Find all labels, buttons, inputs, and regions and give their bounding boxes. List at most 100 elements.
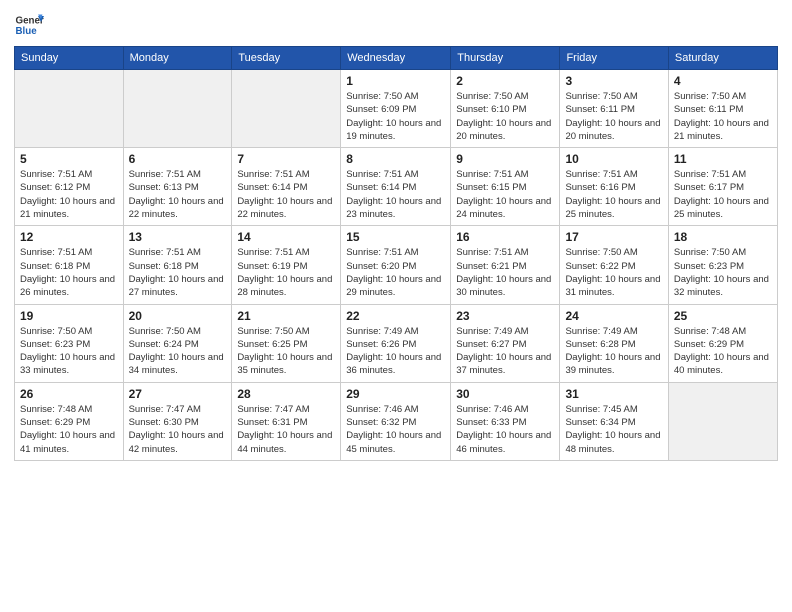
day-number: 26 bbox=[20, 387, 118, 401]
calendar-cell: 21 Sunrise: 7:50 AMSunset: 6:25 PMDayligh… bbox=[232, 304, 341, 382]
calendar-cell bbox=[232, 70, 341, 148]
calendar-cell: 28 Sunrise: 7:47 AMSunset: 6:31 PMDayligh… bbox=[232, 382, 341, 460]
calendar-cell: 14 Sunrise: 7:51 AMSunset: 6:19 PMDayligh… bbox=[232, 226, 341, 304]
day-number: 7 bbox=[237, 152, 335, 166]
day-number: 11 bbox=[674, 152, 772, 166]
weekday-header-wednesday: Wednesday bbox=[341, 47, 451, 70]
day-info: Sunrise: 7:50 AMSunset: 6:22 PMDaylight:… bbox=[565, 246, 662, 299]
day-info: Sunrise: 7:48 AMSunset: 6:29 PMDaylight:… bbox=[674, 325, 772, 378]
day-number: 13 bbox=[129, 230, 227, 244]
day-info: Sunrise: 7:51 AMSunset: 6:16 PMDaylight:… bbox=[565, 168, 662, 221]
calendar-cell: 24 Sunrise: 7:49 AMSunset: 6:28 PMDayligh… bbox=[560, 304, 668, 382]
day-number: 14 bbox=[237, 230, 335, 244]
week-row-3: 12 Sunrise: 7:51 AMSunset: 6:18 PMDayligh… bbox=[15, 226, 778, 304]
day-info: Sunrise: 7:51 AMSunset: 6:20 PMDaylight:… bbox=[346, 246, 445, 299]
day-number: 18 bbox=[674, 230, 772, 244]
calendar-cell: 2Sunrise: 7:50 AMSunset: 6:10 PMDaylight… bbox=[451, 70, 560, 148]
day-info: Sunrise: 7:50 AMSunset: 6:25 PMDaylight:… bbox=[237, 325, 335, 378]
calendar-cell: 29 Sunrise: 7:46 AMSunset: 6:32 PMDayligh… bbox=[341, 382, 451, 460]
day-info: Sunrise: 7:51 AMSunset: 6:18 PMDaylight:… bbox=[129, 246, 227, 299]
day-info: Sunrise: 7:51 AMSunset: 6:21 PMDaylight:… bbox=[456, 246, 554, 299]
day-info: Sunrise: 7:51 AMSunset: 6:14 PMDaylight:… bbox=[237, 168, 335, 221]
day-info: Sunrise: 7:50 AMSunset: 6:23 PMDaylight:… bbox=[20, 325, 118, 378]
day-number: 30 bbox=[456, 387, 554, 401]
week-row-2: 5Sunrise: 7:51 AMSunset: 6:12 PMDaylight… bbox=[15, 148, 778, 226]
calendar-cell: 5Sunrise: 7:51 AMSunset: 6:12 PMDaylight… bbox=[15, 148, 124, 226]
day-info: Sunrise: 7:47 AMSunset: 6:31 PMDaylight:… bbox=[237, 403, 335, 456]
day-info: Sunrise: 7:50 AMSunset: 6:11 PMDaylight:… bbox=[674, 90, 772, 143]
day-number: 28 bbox=[237, 387, 335, 401]
calendar-cell: 17 Sunrise: 7:50 AMSunset: 6:22 PMDayligh… bbox=[560, 226, 668, 304]
day-info: Sunrise: 7:50 AMSunset: 6:24 PMDaylight:… bbox=[129, 325, 227, 378]
day-info: Sunrise: 7:49 AMSunset: 6:28 PMDaylight:… bbox=[565, 325, 662, 378]
weekday-header-friday: Friday bbox=[560, 47, 668, 70]
day-number: 2 bbox=[456, 74, 554, 88]
day-info: Sunrise: 7:51 AMSunset: 6:19 PMDaylight:… bbox=[237, 246, 335, 299]
day-info: Sunrise: 7:50 AMSunset: 6:11 PMDaylight:… bbox=[565, 90, 662, 143]
day-number: 3 bbox=[565, 74, 662, 88]
day-info: Sunrise: 7:51 AMSunset: 6:17 PMDaylight:… bbox=[674, 168, 772, 221]
day-number: 8 bbox=[346, 152, 445, 166]
day-number: 25 bbox=[674, 309, 772, 323]
calendar-cell: 9 Sunrise: 7:51 AMSunset: 6:15 PMDaylight… bbox=[451, 148, 560, 226]
weekday-header-thursday: Thursday bbox=[451, 47, 560, 70]
day-number: 4 bbox=[674, 74, 772, 88]
day-number: 10 bbox=[565, 152, 662, 166]
day-info: Sunrise: 7:45 AMSunset: 6:34 PMDaylight:… bbox=[565, 403, 662, 456]
day-number: 17 bbox=[565, 230, 662, 244]
day-info: Sunrise: 7:48 AMSunset: 6:29 PMDaylight:… bbox=[20, 403, 118, 456]
day-info: Sunrise: 7:49 AMSunset: 6:27 PMDaylight:… bbox=[456, 325, 554, 378]
calendar-cell bbox=[668, 382, 777, 460]
weekday-header-tuesday: Tuesday bbox=[232, 47, 341, 70]
calendar-cell bbox=[15, 70, 124, 148]
calendar-cell: 8 Sunrise: 7:51 AMSunset: 6:14 PMDaylight… bbox=[341, 148, 451, 226]
calendar-cell: 12 Sunrise: 7:51 AMSunset: 6:18 PMDayligh… bbox=[15, 226, 124, 304]
day-number: 15 bbox=[346, 230, 445, 244]
calendar-cell: 6 Sunrise: 7:51 AMSunset: 6:13 PMDaylight… bbox=[123, 148, 232, 226]
day-number: 20 bbox=[129, 309, 227, 323]
calendar-cell: 4 Sunrise: 7:50 AMSunset: 6:11 PMDaylight… bbox=[668, 70, 777, 148]
calendar-cell: 13 Sunrise: 7:51 AMSunset: 6:18 PMDayligh… bbox=[123, 226, 232, 304]
day-info: Sunrise: 7:50 AMSunset: 6:09 PMDaylight:… bbox=[346, 90, 445, 143]
day-info: Sunrise: 7:46 AMSunset: 6:33 PMDaylight:… bbox=[456, 403, 554, 456]
day-info: Sunrise: 7:51 AMSunset: 6:14 PMDaylight:… bbox=[346, 168, 445, 221]
day-info: Sunrise: 7:50 AMSunset: 6:23 PMDaylight:… bbox=[674, 246, 772, 299]
weekday-header-sunday: Sunday bbox=[15, 47, 124, 70]
day-number: 9 bbox=[456, 152, 554, 166]
week-row-4: 19 Sunrise: 7:50 AMSunset: 6:23 PMDayligh… bbox=[15, 304, 778, 382]
day-number: 5 bbox=[20, 152, 118, 166]
day-info: Sunrise: 7:46 AMSunset: 6:32 PMDaylight:… bbox=[346, 403, 445, 456]
day-info: Sunrise: 7:51 AMSunset: 6:15 PMDaylight:… bbox=[456, 168, 554, 221]
weekday-header-monday: Monday bbox=[123, 47, 232, 70]
day-number: 12 bbox=[20, 230, 118, 244]
day-info: Sunrise: 7:49 AMSunset: 6:26 PMDaylight:… bbox=[346, 325, 445, 378]
calendar-cell: 30 Sunrise: 7:46 AMSunset: 6:33 PMDayligh… bbox=[451, 382, 560, 460]
day-number: 6 bbox=[129, 152, 227, 166]
calendar-cell: 25 Sunrise: 7:48 AMSunset: 6:29 PMDayligh… bbox=[668, 304, 777, 382]
day-info: Sunrise: 7:47 AMSunset: 6:30 PMDaylight:… bbox=[129, 403, 227, 456]
calendar-cell: 27Sunrise: 7:47 AMSunset: 6:30 PMDayligh… bbox=[123, 382, 232, 460]
day-number: 31 bbox=[565, 387, 662, 401]
calendar-cell: 23 Sunrise: 7:49 AMSunset: 6:27 PMDayligh… bbox=[451, 304, 560, 382]
day-number: 29 bbox=[346, 387, 445, 401]
day-number: 16 bbox=[456, 230, 554, 244]
day-number: 21 bbox=[237, 309, 335, 323]
day-number: 19 bbox=[20, 309, 118, 323]
calendar-cell: 3 Sunrise: 7:50 AMSunset: 6:11 PMDaylight… bbox=[560, 70, 668, 148]
calendar-cell: 16 Sunrise: 7:51 AMSunset: 6:21 PMDayligh… bbox=[451, 226, 560, 304]
day-number: 24 bbox=[565, 309, 662, 323]
calendar-cell: 19 Sunrise: 7:50 AMSunset: 6:23 PMDayligh… bbox=[15, 304, 124, 382]
day-info: Sunrise: 7:51 AMSunset: 6:13 PMDaylight:… bbox=[129, 168, 227, 221]
calendar-cell: 31 Sunrise: 7:45 AMSunset: 6:34 PMDayligh… bbox=[560, 382, 668, 460]
calendar-table: SundayMondayTuesdayWednesdayThursdayFrid… bbox=[14, 46, 778, 461]
week-row-5: 26 Sunrise: 7:48 AMSunset: 6:29 PMDayligh… bbox=[15, 382, 778, 460]
weekday-header-saturday: Saturday bbox=[668, 47, 777, 70]
logo: General Blue bbox=[14, 10, 44, 40]
day-number: 23 bbox=[456, 309, 554, 323]
calendar-cell bbox=[123, 70, 232, 148]
day-info: Sunrise: 7:51 AMSunset: 6:18 PMDaylight:… bbox=[20, 246, 118, 299]
calendar-cell: 10 Sunrise: 7:51 AMSunset: 6:16 PMDayligh… bbox=[560, 148, 668, 226]
calendar-cell: 22 Sunrise: 7:49 AMSunset: 6:26 PMDayligh… bbox=[341, 304, 451, 382]
calendar-cell: 7 Sunrise: 7:51 AMSunset: 6:14 PMDaylight… bbox=[232, 148, 341, 226]
day-number: 22 bbox=[346, 309, 445, 323]
